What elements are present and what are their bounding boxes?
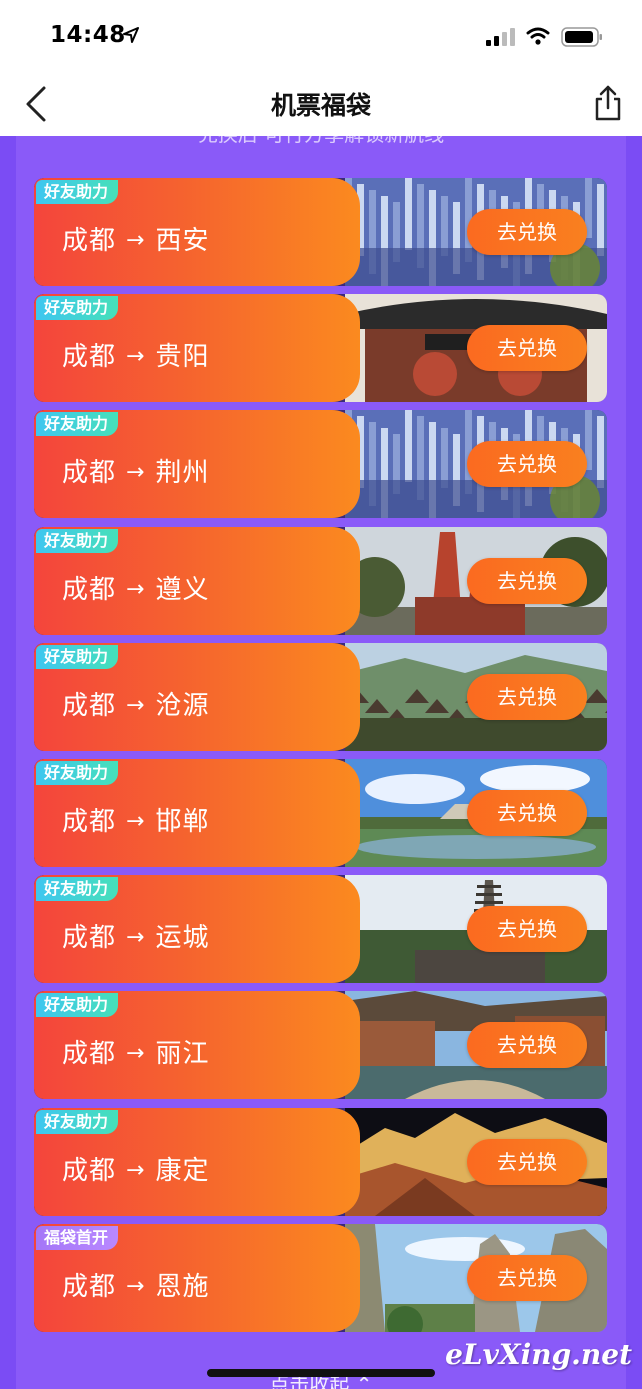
route-origin: 成都	[62, 690, 117, 721]
exchange-button[interactable]: 去兑换	[467, 1138, 587, 1185]
cellular-signal-icon	[486, 28, 515, 46]
route-label: 成都 → 恩施	[62, 1266, 209, 1303]
route-card-body: 好友助力成都 → 贵阳	[34, 294, 360, 403]
route-card-body: 好友助力成都 → 丽江	[34, 991, 360, 1100]
route-arrow-icon: →	[126, 809, 146, 834]
exchange-button[interactable]: 去兑换	[467, 1254, 587, 1301]
first-open-badge: 福袋首开	[36, 1225, 119, 1250]
coupon-list-area[interactable]: 兑换后 可行方享解锁新航线 好友助力成都→西安去兑换 好友助力成都→贵阳去兑换 …	[0, 136, 642, 1389]
location-arrow-icon	[123, 27, 139, 43]
route-card[interactable]: 好友助力成都 → 贵阳 去兑换	[34, 294, 607, 403]
route-label: 成都 → 贵阳	[62, 336, 209, 373]
navigation-bar: 机票福袋	[0, 72, 642, 136]
route-destination: 荆州	[155, 458, 210, 489]
route-arrow-icon: →	[126, 1157, 146, 1183]
exchange-button[interactable]: 去兑换	[467, 441, 587, 488]
route-card[interactable]: 好友助力成都 → 丽江 去兑换	[34, 991, 607, 1100]
route-origin: 成都	[62, 226, 117, 256]
route-destination: 贵阳	[155, 342, 210, 373]
route-destination: 遵义	[155, 574, 210, 605]
route-arrow-icon: →	[126, 692, 146, 718]
page-title: 机票福袋	[270, 91, 371, 120]
friend-assist-badge: 好友助力	[36, 296, 119, 321]
route-origin: 成都	[62, 1039, 117, 1070]
route-card[interactable]: 好友助力成都 → 西安 去兑换	[34, 178, 607, 286]
friend-assist-badge: 好友助力	[36, 877, 119, 902]
status-time: 14:48	[50, 22, 126, 48]
route-origin: 成都	[62, 1271, 117, 1302]
route-card[interactable]: 好友助力成都 → 邯郸 去兑换	[34, 759, 607, 867]
share-icon[interactable]	[592, 84, 624, 122]
friend-assist-badge: 好友助力	[36, 1109, 119, 1134]
friend-assist-badge: 好友助力	[36, 412, 119, 437]
route-label: 成都 → 康定	[62, 1150, 209, 1187]
route-arrow-icon: →	[126, 925, 146, 951]
exchange-button[interactable]: 去兑换	[467, 906, 587, 953]
watermark: eLvXing.net	[445, 1338, 632, 1371]
friend-assist-badge: 好友助力	[36, 644, 119, 669]
route-card-body: 福袋首开成都 → 恩施	[34, 1223, 360, 1332]
route-arrow-icon: →	[126, 1041, 146, 1067]
route-origin: 成都	[62, 574, 117, 605]
exchange-button[interactable]: 去兑换	[467, 325, 587, 372]
route-label: 成都 → 遵义	[62, 569, 209, 606]
route-destination: 康定	[155, 1155, 210, 1186]
route-card-body: 好友助力成都 → 荆州	[34, 410, 360, 519]
route-destination: 西安	[155, 226, 210, 256]
friend-assist-badge: 好友助力	[36, 528, 119, 553]
route-label: 成都 → 荆州	[62, 452, 209, 489]
route-label: 成都 → 西安	[62, 220, 209, 257]
route-arrow-icon: →	[126, 576, 146, 602]
route-destination: 恩施	[155, 1271, 210, 1302]
route-destination: 邯郸	[155, 807, 210, 837]
route-label: 成都 → 丽江	[62, 1033, 209, 1070]
route-origin: 成都	[62, 342, 117, 373]
route-destination: 沧源	[155, 690, 210, 721]
route-label: 成都 → 运城	[62, 917, 209, 954]
route-card[interactable]: 福袋首开成都 → 恩施 去兑换	[34, 1223, 607, 1332]
route-card-body: 好友助力成都 → 运城	[34, 875, 360, 984]
top-hint-text: 兑换后 可行方享解锁新航线	[0, 136, 642, 147]
exchange-button[interactable]: 去兑换	[467, 1022, 587, 1069]
route-card[interactable]: 好友助力成都 → 荆州 去兑换	[34, 410, 607, 519]
route-card-body: 好友助力成都 → 沧源	[34, 642, 360, 751]
route-origin: 成都	[62, 458, 117, 489]
route-label: 成都 → 沧源	[62, 685, 209, 722]
friend-assist-badge: 好友助力	[36, 761, 119, 785]
route-card[interactable]: 好友助力成都 → 沧源 去兑换	[34, 642, 607, 751]
exchange-button[interactable]: 去兑换	[467, 557, 587, 604]
exchange-button[interactable]: 去兑换	[467, 209, 587, 255]
route-origin: 成都	[62, 923, 117, 954]
route-card[interactable]: 好友助力成都 → 康定 去兑换	[34, 1107, 607, 1216]
route-card-body: 好友助力成都 → 遵义	[34, 526, 360, 635]
route-card-body: 好友助力成都 → 西安	[34, 178, 360, 286]
route-destination: 运城	[155, 923, 210, 954]
route-card[interactable]: 好友助力成都 → 遵义 去兑换	[34, 526, 607, 635]
wifi-icon	[526, 27, 550, 45]
friend-assist-badge: 好友助力	[36, 993, 119, 1018]
route-origin: 成都	[62, 1155, 117, 1186]
route-arrow-icon: →	[126, 228, 146, 253]
exchange-button[interactable]: 去兑换	[467, 673, 587, 720]
route-card-body: 好友助力成都 → 康定	[34, 1107, 360, 1216]
route-destination: 丽江	[155, 1039, 210, 1070]
exchange-button[interactable]: 去兑换	[467, 790, 587, 836]
status-bar: 14:48	[0, 0, 642, 72]
route-label: 成都 → 邯郸	[62, 801, 209, 838]
route-arrow-icon: →	[126, 1273, 146, 1299]
route-card-body: 好友助力成都 → 邯郸	[34, 759, 360, 867]
route-arrow-icon: →	[126, 344, 146, 370]
route-origin: 成都	[62, 807, 117, 837]
home-indicator	[207, 1369, 435, 1377]
route-card[interactable]: 好友助力成都 → 运城 去兑换	[34, 875, 607, 984]
route-arrow-icon: →	[126, 460, 146, 486]
friend-assist-badge: 好友助力	[36, 180, 119, 204]
battery-icon	[561, 27, 602, 47]
